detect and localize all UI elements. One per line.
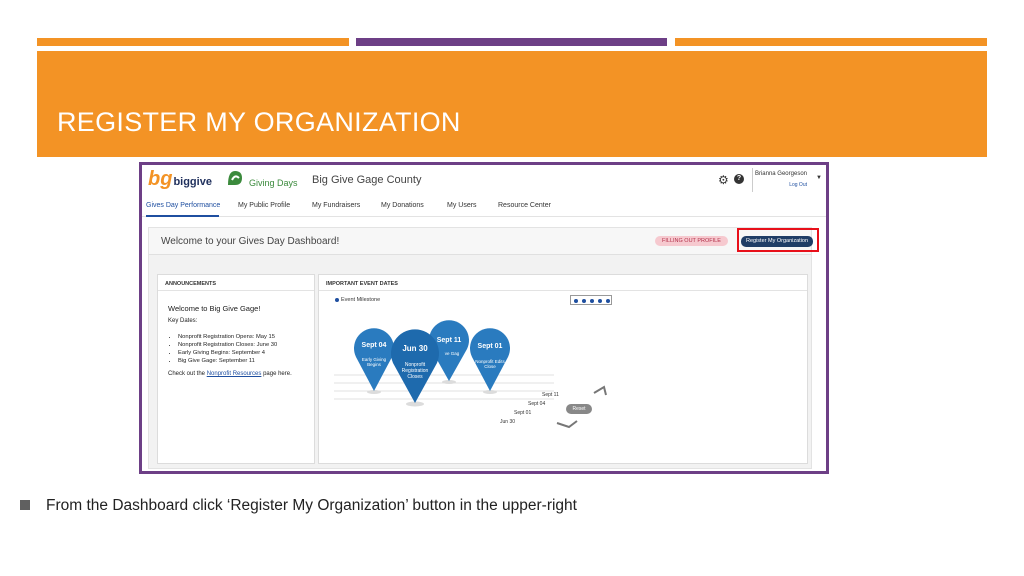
app-header: bgbiggive Giving Days Big Give Gage Coun… xyxy=(142,165,826,195)
active-tab-indicator xyxy=(146,215,219,217)
main-nav: Gives Day Performance My Public Profile … xyxy=(142,196,826,217)
help-icon[interactable]: ? xyxy=(734,174,744,184)
giving-days-icon xyxy=(228,171,242,185)
chevron-down-icon[interactable]: ▼ xyxy=(816,175,822,181)
giving-days-logo-text: Giving Days xyxy=(249,178,298,188)
status-badge: FILLING OUT PROFILE xyxy=(655,236,728,246)
tab-my-donations[interactable]: My Donations xyxy=(381,202,424,209)
key-dates-list: Nonprofit Registration Opens: May 15 Non… xyxy=(168,333,323,365)
tab-my-users[interactable]: My Users xyxy=(447,202,477,209)
list-item: Big Give Gage: September 11 xyxy=(178,357,323,365)
welcome-bar: Welcome to your Gives Day Dashboard! FIL… xyxy=(149,228,819,255)
key-dates-label: Key Dates: xyxy=(168,318,198,324)
title-banner: REGISTER MY ORGANIZATION xyxy=(37,51,987,157)
welcome-heading: Welcome to your Gives Day Dashboard! xyxy=(161,236,340,247)
axis-label: Sept 11 xyxy=(542,392,559,398)
user-menu[interactable]: Brianna Georgeson Log Out ▼ xyxy=(752,168,826,192)
event-timeline: Sept 04 Early Giving Begins Sept 11 ve G… xyxy=(334,320,607,429)
register-my-organization-button[interactable]: Register My Organization xyxy=(741,236,814,247)
instruction-text: From the Dashboard click ‘Register My Or… xyxy=(46,497,577,514)
svg-text:Sept 01: Sept 01 xyxy=(478,343,503,350)
shadow-ellipses xyxy=(367,380,497,407)
svg-text:Begins: Begins xyxy=(367,362,382,367)
announcements-title: ANNOUNCEMENTS xyxy=(165,281,217,287)
svg-text:Sept 04: Sept 04 xyxy=(362,342,387,349)
event-dates-card: IMPORTANT EVENT DATES Event Milestone Se… xyxy=(318,274,808,464)
announcements-card: ANNOUNCEMENTS Welcome to Big Give Gage! … xyxy=(157,274,315,464)
svg-text:ve Gag: ve Gag xyxy=(445,351,460,356)
nonprofit-resources-link[interactable]: Nonprofit Resources xyxy=(207,371,262,377)
dashboard-content: Welcome to your Gives Day Dashboard! FIL… xyxy=(148,227,819,469)
logout-link[interactable]: Log Out xyxy=(789,182,807,188)
pin-sept-04[interactable]: Sept 04 Early Giving Begins xyxy=(354,328,394,391)
resources-sentence: Check out the Nonprofit Resources page h… xyxy=(168,371,292,377)
tab-resource-center[interactable]: Resource Center xyxy=(498,202,551,209)
svg-text:Closes: Closes xyxy=(407,374,423,380)
pin-jun-30[interactable]: Jun 30 Nonprofit Registration Closes xyxy=(391,329,439,403)
biggive-logo[interactable]: bgbiggive xyxy=(148,168,212,191)
axis-label: Sept 01 xyxy=(514,410,532,416)
axis-label: Sept 04 xyxy=(528,401,546,407)
axis-label: Jun 30 xyxy=(500,419,516,425)
top-accent-bar-center xyxy=(356,38,667,46)
gear-icon[interactable]: ⚙ xyxy=(718,173,729,187)
user-name: Brianna Georgeson xyxy=(754,171,807,177)
announcements-header: ANNOUNCEMENTS xyxy=(158,275,314,291)
tab-my-fundraisers[interactable]: My Fundraisers xyxy=(312,202,360,209)
county-name: Big Give Gage County xyxy=(312,174,422,186)
tab-gives-day-performance[interactable]: Gives Day Performance xyxy=(146,202,220,209)
list-item: Early Giving Begins: September 4 xyxy=(178,349,323,357)
announcement-heading: Welcome to Big Give Gage! xyxy=(168,304,261,313)
list-item: Nonprofit Registration Closes: June 30 xyxy=(178,341,323,349)
timeline-lines xyxy=(334,374,554,400)
top-accent-bar-left xyxy=(37,38,349,46)
reset-button[interactable]: Reset xyxy=(566,404,592,414)
screenshot-frame: bgbiggive Giving Days Big Give Gage Coun… xyxy=(139,162,829,474)
slide-title: REGISTER MY ORGANIZATION xyxy=(57,107,461,137)
square-bullet-icon xyxy=(20,500,30,510)
tab-my-public-profile[interactable]: My Public Profile xyxy=(238,202,290,209)
svg-text:Jun 30: Jun 30 xyxy=(402,344,428,353)
pin-sept-01[interactable]: Sept 01 Nonprofit Edits Close xyxy=(470,328,510,391)
top-accent-bar-right xyxy=(675,38,987,46)
svg-text:Sept 11: Sept 11 xyxy=(437,337,462,344)
svg-text:Close: Close xyxy=(484,364,496,369)
list-item: Nonprofit Registration Opens: May 15 xyxy=(178,333,323,341)
